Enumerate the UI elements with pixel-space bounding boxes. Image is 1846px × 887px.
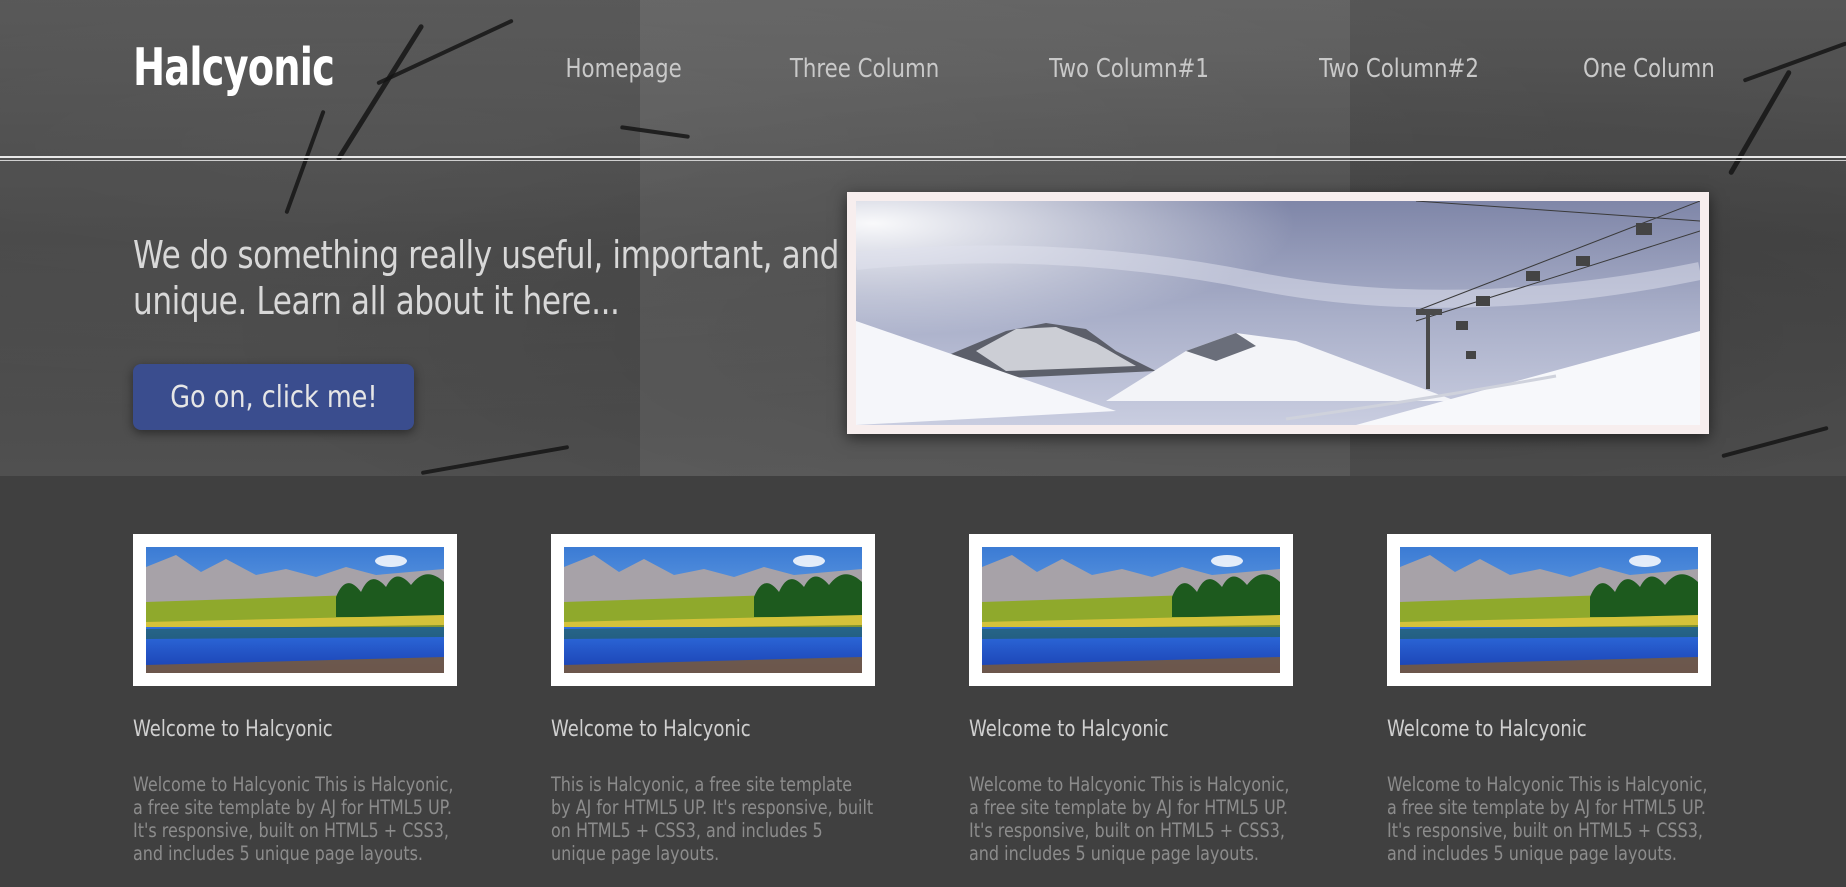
feature-thumbnail[interactable] bbox=[1387, 534, 1711, 686]
feature-thumbnail[interactable] bbox=[969, 534, 1293, 686]
feature-text: Welcome to Halcyonic This is Halcyonic, … bbox=[133, 773, 454, 865]
feature-thumbnail[interactable] bbox=[133, 534, 457, 686]
nav-item-two-column-2[interactable]: Two Column#2 bbox=[1319, 54, 1479, 84]
mountain-lake-photo bbox=[146, 547, 444, 673]
feature-card: Welcome to Halcyonic Welcome to Halcyoni… bbox=[969, 534, 1293, 865]
feature-text: Welcome to Halcyonic This is Halcyonic, … bbox=[1387, 773, 1708, 865]
feature-text: Welcome to Halcyonic This is Halcyonic, … bbox=[969, 773, 1290, 865]
mountain-ski-lift-photo bbox=[856, 201, 1700, 425]
mountain-lake-photo bbox=[982, 547, 1280, 673]
nav-item-one-column[interactable]: One Column bbox=[1583, 54, 1715, 84]
site-logo[interactable]: Halcyonic bbox=[133, 38, 335, 98]
header: Halcyonic Homepage Three Column Two Colu… bbox=[0, 0, 1846, 476]
feature-title: Welcome to Halcyonic bbox=[1387, 717, 1587, 742]
nav-item-homepage[interactable]: Homepage bbox=[566, 54, 682, 84]
banner-headline: We do something really useful, important… bbox=[133, 233, 840, 323]
feature-card: Welcome to Halcyonic This is Halcyonic, … bbox=[551, 534, 875, 865]
nav-item-three-column[interactable]: Three Column bbox=[790, 54, 939, 84]
feature-thumbnail[interactable] bbox=[551, 534, 875, 686]
header-divider bbox=[0, 160, 1846, 161]
cta-button[interactable]: Go on, click me! bbox=[133, 364, 414, 430]
main-nav: Homepage Three Column Two Column#1 Two C… bbox=[566, 54, 1715, 84]
feature-card: Welcome to Halcyonic Welcome to Halcyoni… bbox=[133, 534, 457, 865]
feature-title: Welcome to Halcyonic bbox=[133, 717, 333, 742]
mountain-lake-photo bbox=[1400, 547, 1698, 673]
banner-photo-svg bbox=[856, 201, 1700, 425]
mountain-lake-photo bbox=[564, 547, 862, 673]
feature-title: Welcome to Halcyonic bbox=[551, 717, 751, 742]
feature-text: This is Halcyonic, a free site template … bbox=[551, 773, 874, 865]
feature-card: Welcome to Halcyonic Welcome to Halcyoni… bbox=[1387, 534, 1711, 865]
cta-button-label: Go on, click me! bbox=[169, 379, 378, 415]
banner-image-frame bbox=[847, 192, 1709, 434]
nav-item-two-column-1[interactable]: Two Column#1 bbox=[1049, 54, 1209, 84]
header-divider bbox=[0, 156, 1846, 158]
feature-title: Welcome to Halcyonic bbox=[969, 717, 1169, 742]
